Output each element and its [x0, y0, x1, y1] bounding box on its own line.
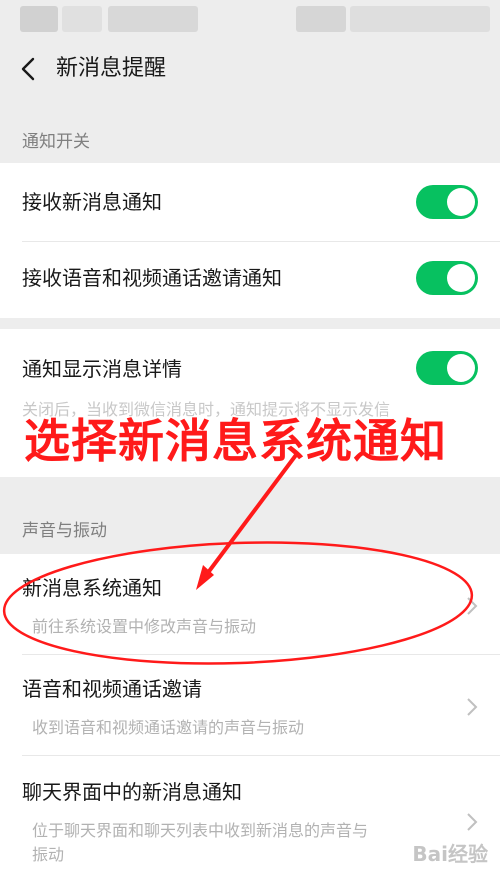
row-label: 语音和视频通话邀请 [22, 677, 202, 701]
chevron-right-icon [467, 597, 478, 615]
row-label: 新消息系统通知 [22, 576, 162, 600]
row-label: 聊天界面中的新消息通知 [22, 780, 242, 804]
row-call-invite-sound[interactable]: 语音和视频通话邀请 收到语音和视频通话邀请的声音与振动 [0, 655, 500, 755]
status-blur [296, 6, 346, 32]
receive-new-message-toggle[interactable] [416, 185, 478, 219]
notify-switch-card: 接收新消息通知 接收语音和视频通话邀请通知 [0, 163, 500, 318]
row-system-notification[interactable]: 新消息系统通知 前往系统设置中修改声音与振动 [0, 554, 500, 654]
row-label: 接收语音和视频通话邀请通知 [22, 266, 282, 290]
toggle-knob [447, 264, 475, 292]
section-header-sound: 声音与振动 [22, 521, 107, 541]
row-receive-call-invite[interactable]: 接收语音和视频通话邀请通知 [0, 242, 500, 318]
row-show-detail[interactable]: 通知显示消息详情 [0, 329, 500, 409]
page-title: 新消息提醒 [56, 56, 167, 81]
toggle-knob [447, 354, 475, 382]
status-blur [350, 6, 490, 32]
section-header-notify: 通知开关 [22, 132, 90, 152]
row-sub: 前往系统设置中修改声音与振动 [32, 617, 257, 636]
status-blur [62, 6, 102, 32]
row-label: 接收新消息通知 [22, 190, 162, 214]
status-blur [108, 6, 198, 32]
row-sub: 位于聊天界面和聊天列表中收到新消息的声音与 [32, 821, 369, 840]
toggle-knob [447, 188, 475, 216]
back-arrow-icon[interactable] [18, 56, 40, 82]
status-blur [20, 6, 58, 32]
receive-call-invite-toggle[interactable] [416, 261, 478, 295]
row-sub-continued: 振动 [32, 845, 65, 864]
row-chat-new-message[interactable]: 聊天界面中的新消息通知 位于聊天界面和聊天列表中收到新消息的声音与 振动 [0, 756, 500, 889]
chevron-right-icon [467, 698, 478, 716]
row-label: 通知显示消息详情 [22, 357, 182, 381]
status-bar [0, 0, 500, 40]
row-receive-new-message[interactable]: 接收新消息通知 [0, 163, 500, 241]
annotation-text: 选择新消息系统通知 [24, 414, 447, 468]
nav-bar: 新消息提醒 [0, 40, 500, 98]
chevron-right-icon [467, 813, 478, 831]
show-detail-toggle[interactable] [416, 351, 478, 385]
row-sub: 收到语音和视频通话邀请的声音与振动 [32, 718, 305, 737]
watermark: Bai经验 [412, 842, 488, 866]
